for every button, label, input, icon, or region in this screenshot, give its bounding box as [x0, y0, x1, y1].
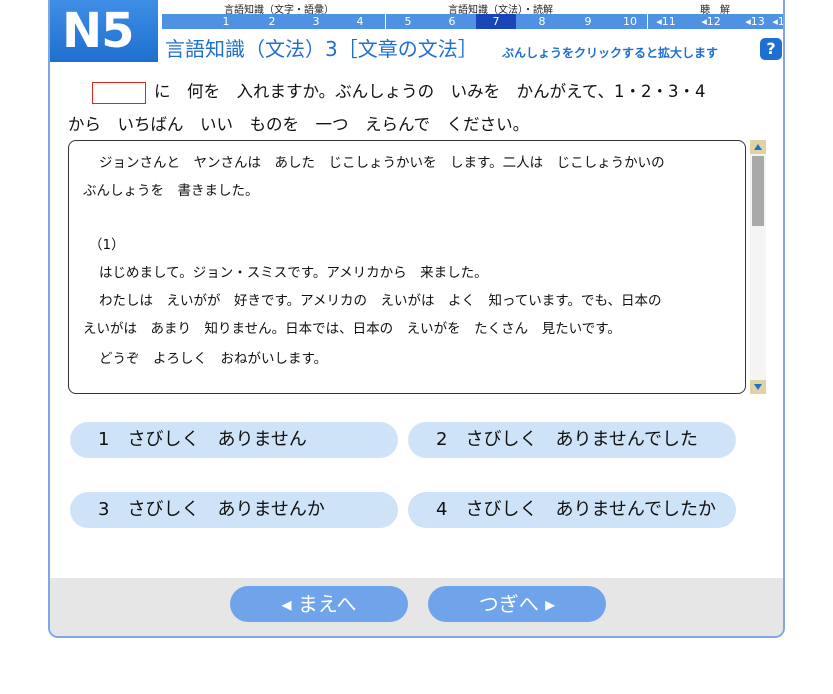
scroll-up-arrow-icon[interactable]: [750, 140, 766, 154]
scroll-down-arrow-icon[interactable]: [750, 380, 766, 394]
passage-line-1: はじめまして。ジョン・スミスです。アメリカから 来ました。: [99, 265, 488, 281]
instruction-line-1: に 何を 入れますか。ぶんしょうの いみを かんがえて、1・2・3・4: [92, 78, 706, 104]
scroll-thumb[interactable]: [752, 156, 764, 226]
passage-intro-2: ぶんしょうを 書きました。: [83, 183, 259, 199]
choice-3-button[interactable]: 3 さびしく ありませんか: [70, 492, 398, 528]
instruction-text-1: に 何を 入れますか。ぶんしょうの いみを かんがえて、1・2・3・4: [154, 82, 706, 101]
footer: ◂ まえへ つぎへ ▸: [50, 578, 783, 636]
choice-4-button[interactable]: 4 さびしく ありませんでしたか: [408, 492, 736, 528]
qnum-2[interactable]: 2: [258, 14, 286, 29]
passage-line-3: えいがは あまり 知りません。日本では、日本の えいがを たくさん 見たいです。: [83, 321, 621, 337]
qnum-8[interactable]: 8: [528, 14, 556, 29]
header: N5 言語知識（文字・語彙） 言語知識（文法）・読解 聴 解 1 2 3 4 5…: [50, 0, 783, 62]
qnum-3[interactable]: 3: [302, 14, 330, 29]
qnum-12[interactable]: ◂12: [694, 14, 728, 29]
choice-1-label: 1 さびしく ありません: [98, 429, 307, 450]
section-nav: 言語知識（文字・語彙） 言語知識（文法）・読解 聴 解 1 2 3 4 5 6 …: [162, 0, 783, 30]
question-number-bar: 1 2 3 4 5 6 7 8 9 10 ◂11 ◂12 ◂13 ◂14: [162, 14, 783, 29]
instruction-line-2: から いちばん いい ものを 一つ えらんで ください。: [68, 115, 530, 134]
passage-line-4: どうぞ よろしく おねがいします。: [99, 351, 328, 367]
choice-1-button[interactable]: 1 さびしく ありません: [70, 422, 398, 458]
qnum-9[interactable]: 9: [574, 14, 602, 29]
passage-line-2: わたしは えいがが 好きです。アメリカの えいがは よく 知っています。でも、日…: [99, 293, 662, 309]
reading-passage[interactable]: ジョンさんと ヤンさんは あした じこしょうかいを します。二人は じこしょうか…: [68, 140, 746, 394]
zoom-hint: ぶんしょうをクリックすると拡大します: [502, 46, 719, 60]
qnum-10[interactable]: 10: [616, 14, 644, 29]
divider: [647, 14, 648, 29]
choice-3-label: 3 さびしく ありませんか: [98, 499, 325, 520]
prev-button[interactable]: ◂ まえへ: [230, 586, 408, 622]
qnum-5[interactable]: 5: [394, 14, 422, 29]
qnum-11[interactable]: ◂11: [649, 14, 683, 29]
qnum-14[interactable]: ◂14: [765, 14, 783, 29]
qnum-1[interactable]: 1: [212, 14, 240, 29]
passage-label: （1）: [89, 237, 125, 253]
divider: [385, 14, 386, 29]
level-badge: N5: [50, 0, 158, 62]
level-label: N5: [62, 3, 135, 59]
qnum-6[interactable]: 6: [438, 14, 466, 29]
qnum-4[interactable]: 4: [346, 14, 374, 29]
passage-intro-1: ジョンさんと ヤンさんは あした じこしょうかいを します。二人は じこしょうか…: [99, 155, 665, 171]
help-button[interactable]: ?: [760, 38, 782, 60]
passage-scrollbar[interactable]: [750, 140, 766, 394]
choice-4-label: 4 さびしく ありませんでしたか: [436, 499, 717, 520]
lesson-title: 言語知識（文法）3［文章の文法］: [165, 37, 478, 61]
app-frame: N5 言語知識（文字・語彙） 言語知識（文法）・読解 聴 解 1 2 3 4 5…: [48, 0, 785, 638]
qnum-7[interactable]: 7: [476, 14, 516, 29]
next-button[interactable]: つぎへ ▸: [428, 586, 606, 622]
choice-2-button[interactable]: 2 さびしく ありませんでした: [408, 422, 736, 458]
choice-2-label: 2 さびしく ありませんでした: [436, 429, 699, 450]
answer-blank: [92, 81, 146, 104]
